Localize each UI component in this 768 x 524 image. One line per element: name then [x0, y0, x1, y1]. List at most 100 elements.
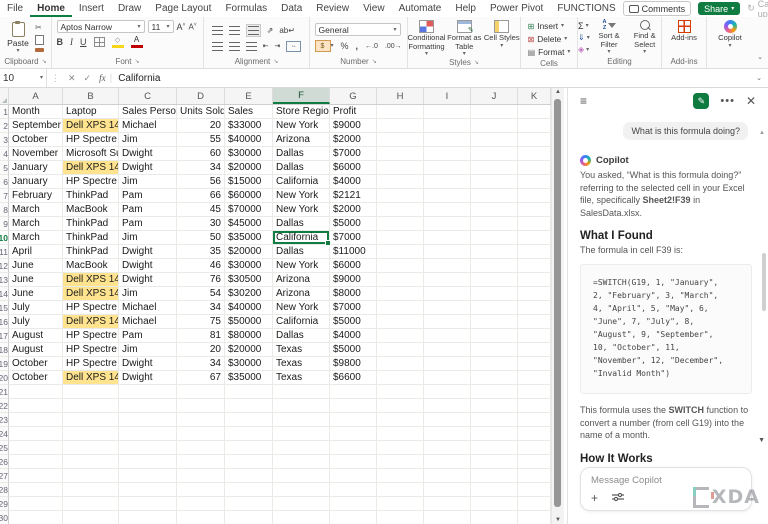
column-header-G[interactable]: G: [330, 88, 377, 104]
cell-H11[interactable]: [377, 245, 424, 259]
cell-B17[interactable]: HP Spectre: [63, 329, 119, 343]
cell-J26[interactable]: [471, 455, 518, 469]
row-header-15[interactable]: 15: [0, 301, 9, 315]
align-top-icon[interactable]: [211, 25, 223, 35]
cell-I19[interactable]: [424, 357, 471, 371]
insert-cells-button[interactable]: ⊞ Insert ▾: [528, 20, 571, 32]
panel-scrollbar-thumb[interactable]: [762, 253, 766, 311]
cell-A13[interactable]: June: [9, 273, 63, 287]
cell-G5[interactable]: $6000: [330, 161, 377, 175]
align-left-icon[interactable]: [211, 41, 223, 51]
collapse-ribbon-icon[interactable]: ⌄: [757, 53, 763, 61]
cell-E15[interactable]: $40000: [225, 301, 273, 315]
cell-K30[interactable]: [518, 511, 551, 524]
cell-D25[interactable]: [177, 441, 225, 455]
cell-G13[interactable]: $9000: [330, 273, 377, 287]
cell-E16[interactable]: $50000: [225, 315, 273, 329]
catch-up-button[interactable]: ↻ Catch up: [747, 0, 768, 19]
cell-G21[interactable]: [330, 385, 377, 399]
cell-D16[interactable]: 75: [177, 315, 225, 329]
cell-C18[interactable]: Jim: [119, 343, 177, 357]
cell-J10[interactable]: [471, 231, 518, 245]
row-header-10[interactable]: 10: [0, 231, 9, 245]
cell-J25[interactable]: [471, 441, 518, 455]
cell-G25[interactable]: [330, 441, 377, 455]
cell-J21[interactable]: [471, 385, 518, 399]
cell-A6[interactable]: January: [9, 175, 63, 189]
cell-H28[interactable]: [377, 483, 424, 497]
row-header-24[interactable]: 24: [0, 427, 9, 441]
cell-F15[interactable]: New York: [273, 301, 330, 315]
column-header-D[interactable]: D: [177, 88, 225, 104]
cell-I28[interactable]: [424, 483, 471, 497]
cell-I29[interactable]: [424, 497, 471, 511]
grid-vertical-scrollbar[interactable]: ▲ ▼: [551, 88, 564, 524]
cell-I8[interactable]: [424, 203, 471, 217]
cell-H30[interactable]: [377, 511, 424, 524]
cell-B24[interactable]: [63, 427, 119, 441]
cell-D8[interactable]: 45: [177, 203, 225, 217]
cell-E24[interactable]: [225, 427, 273, 441]
cell-C24[interactable]: [119, 427, 177, 441]
cell-H14[interactable]: [377, 287, 424, 301]
cell-B18[interactable]: HP Spectre: [63, 343, 119, 357]
cell-E21[interactable]: [225, 385, 273, 399]
cell-D1[interactable]: Units Sold: [177, 105, 225, 119]
cell-G24[interactable]: [330, 427, 377, 441]
cell-K11[interactable]: [518, 245, 551, 259]
cell-I7[interactable]: [424, 189, 471, 203]
cell-A18[interactable]: August: [9, 343, 63, 357]
cell-B28[interactable]: [63, 483, 119, 497]
cell-J15[interactable]: [471, 301, 518, 315]
cell-K14[interactable]: [518, 287, 551, 301]
tab-view[interactable]: View: [356, 0, 392, 17]
cell-K18[interactable]: [518, 343, 551, 357]
cell-A19[interactable]: October: [9, 357, 63, 371]
row-header-1[interactable]: 1: [0, 105, 9, 119]
cell-B26[interactable]: [63, 455, 119, 469]
cell-K7[interactable]: [518, 189, 551, 203]
cell-I11[interactable]: [424, 245, 471, 259]
cell-J11[interactable]: [471, 245, 518, 259]
cell-I12[interactable]: [424, 259, 471, 273]
cell-A5[interactable]: January: [9, 161, 63, 175]
cell-K25[interactable]: [518, 441, 551, 455]
cell-G10[interactable]: $7000: [330, 231, 377, 245]
cell-K26[interactable]: [518, 455, 551, 469]
find-select-button[interactable]: Find & Select ▾: [628, 20, 661, 55]
cell-D22[interactable]: [177, 399, 225, 413]
cell-K21[interactable]: [518, 385, 551, 399]
comments-button[interactable]: Comments: [622, 1, 692, 16]
cell-H7[interactable]: [377, 189, 424, 203]
cell-F7[interactable]: New York: [273, 189, 330, 203]
borders-icon[interactable]: [93, 37, 105, 47]
cell-A10[interactable]: March: [9, 231, 63, 245]
cell-K9[interactable]: [518, 217, 551, 231]
cell-A9[interactable]: March: [9, 217, 63, 231]
cell-D29[interactable]: [177, 497, 225, 511]
more-options-icon[interactable]: •••: [720, 95, 735, 107]
row-header-27[interactable]: 27: [0, 469, 9, 483]
cell-E9[interactable]: $45000: [225, 217, 273, 231]
cell-E18[interactable]: $20000: [225, 343, 273, 357]
cell-F29[interactable]: [273, 497, 330, 511]
cell-K5[interactable]: [518, 161, 551, 175]
cell-K23[interactable]: [518, 413, 551, 427]
cell-G1[interactable]: Profit: [330, 105, 377, 119]
dialog-launcher-icon[interactable]: ↘: [273, 58, 278, 65]
increase-indent-icon[interactable]: ⇥: [275, 42, 281, 50]
cell-E11[interactable]: $20000: [225, 245, 273, 259]
cell-H8[interactable]: [377, 203, 424, 217]
cell-H20[interactable]: [377, 371, 424, 385]
cell-K20[interactable]: [518, 371, 551, 385]
cell-E12[interactable]: $30000: [225, 259, 273, 273]
cell-K15[interactable]: [518, 301, 551, 315]
cell-I9[interactable]: [424, 217, 471, 231]
cell-K4[interactable]: [518, 147, 551, 161]
cell-C22[interactable]: [119, 399, 177, 413]
column-header-B[interactable]: B: [63, 88, 119, 104]
cell-D27[interactable]: [177, 469, 225, 483]
cell-A14[interactable]: June: [9, 287, 63, 301]
dialog-launcher-icon[interactable]: ↘: [372, 58, 377, 65]
cell-I18[interactable]: [424, 343, 471, 357]
